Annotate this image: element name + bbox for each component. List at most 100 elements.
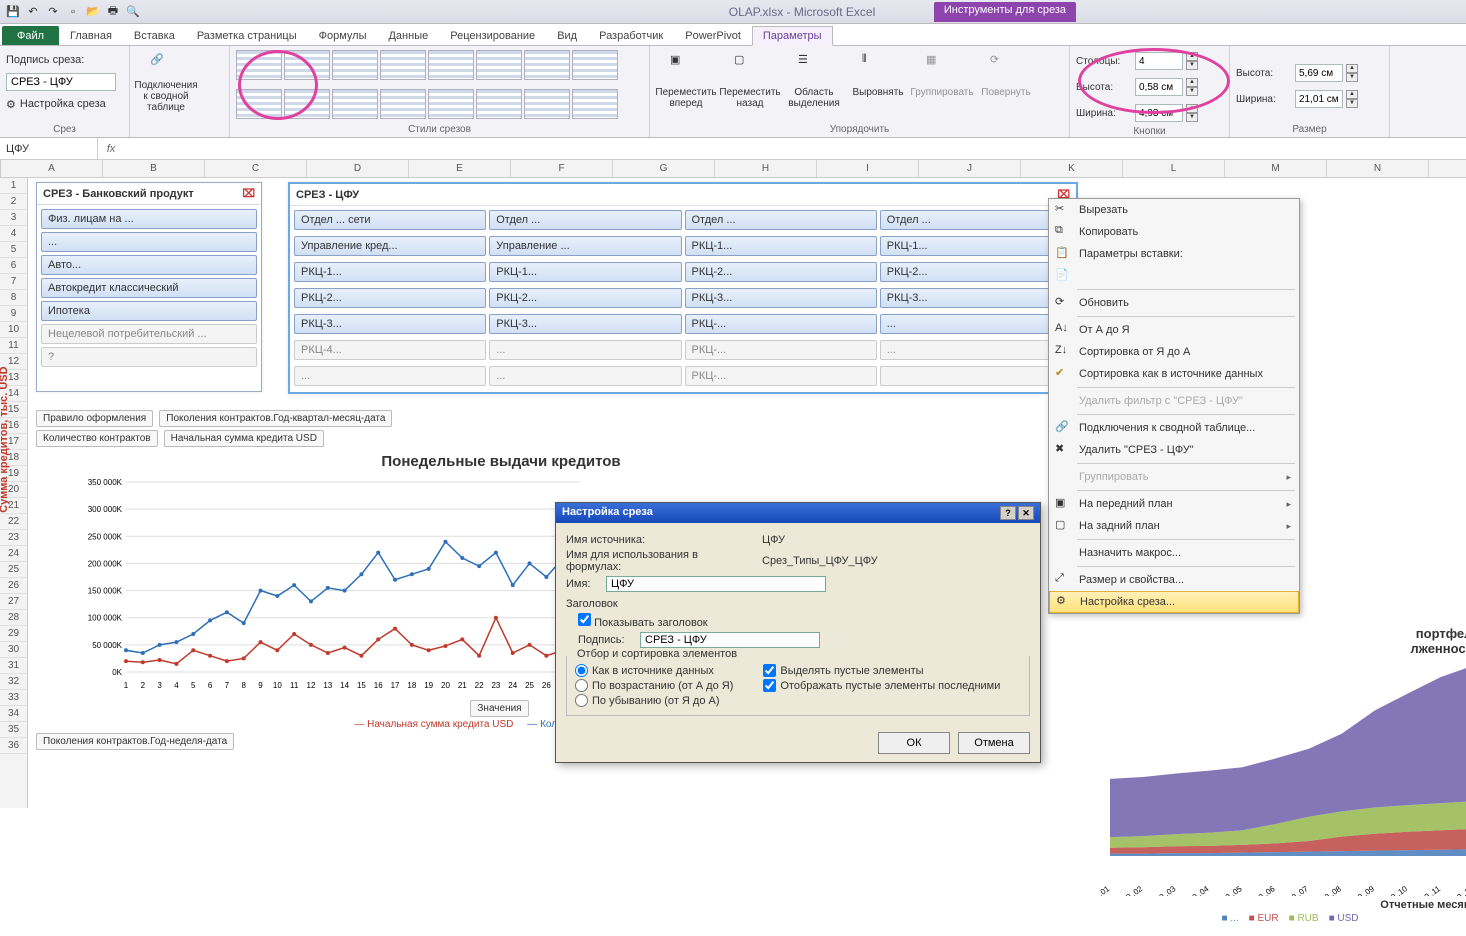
undo-icon[interactable]: ↶ [24, 3, 42, 21]
fx-icon[interactable]: fx [98, 143, 124, 155]
close-button[interactable]: ✕ [1018, 506, 1034, 520]
tab-data[interactable]: Данные [377, 26, 439, 45]
cancel-button[interactable]: Отмена [958, 732, 1030, 754]
row-header[interactable]: 36 [0, 738, 27, 754]
spinner[interactable]: ▲▼ [1186, 78, 1198, 96]
button-height-input[interactable] [1135, 78, 1183, 96]
column-header[interactable]: N [1327, 160, 1429, 177]
row-header[interactable]: 28 [0, 610, 27, 626]
ctx-sort-source[interactable]: ✔Сортировка как в источнике данных [1049, 363, 1299, 385]
style-swatch[interactable] [332, 89, 378, 119]
slicer-item[interactable]: Управление ... [489, 236, 681, 256]
column-header[interactable]: D [307, 160, 409, 177]
slicer-item[interactable]: Управление кред... [294, 236, 486, 256]
name-box[interactable]: ЦФУ [0, 138, 98, 159]
slicer-item[interactable]: Отдел ... [880, 210, 1072, 230]
column-header[interactable]: A [1, 160, 103, 177]
style-swatch[interactable] [236, 50, 282, 80]
bring-forward-button[interactable]: ▣Переместить вперед [656, 50, 716, 116]
slicer-caption-input[interactable] [6, 73, 116, 91]
style-swatch[interactable] [428, 89, 474, 119]
slicer-item[interactable]: ... [489, 366, 681, 386]
slicer-bank-product[interactable]: СРЕЗ - Банковский продукт⌧ Физ. лицам на… [36, 182, 262, 392]
style-swatch[interactable] [476, 50, 522, 80]
style-swatch[interactable] [380, 50, 426, 80]
show-header-checkbox[interactable]: Показывать заголовок [578, 613, 708, 629]
slicer-item[interactable]: РКЦ-3... [685, 288, 877, 308]
row-header[interactable]: 29 [0, 626, 27, 642]
row-header[interactable]: 25 [0, 562, 27, 578]
size-height-input[interactable] [1295, 64, 1343, 82]
slicer-cfu[interactable]: СРЕЗ - ЦФУ⌧ Отдел ... сетиОтдел ...Отдел… [288, 182, 1078, 394]
pivot-connections-button[interactable]: 🔗 Подключения к сводной таблице [136, 50, 196, 116]
slicer-item[interactable]: ... [294, 366, 486, 386]
button-width-input[interactable] [1135, 104, 1183, 122]
row-header[interactable]: 24 [0, 546, 27, 562]
print-icon[interactable]: 🖶 [104, 3, 122, 21]
send-back-button[interactable]: ▢Переместить назад [720, 50, 780, 116]
style-swatch[interactable] [380, 89, 426, 119]
tab-options[interactable]: Параметры [752, 26, 833, 46]
columns-input[interactable] [1135, 52, 1183, 70]
tab-home[interactable]: Главная [59, 26, 123, 45]
row-header[interactable]: 31 [0, 658, 27, 674]
caption-input[interactable] [640, 632, 820, 648]
style-swatch[interactable] [572, 89, 618, 119]
column-header[interactable]: L [1123, 160, 1225, 177]
style-swatch[interactable] [284, 50, 330, 80]
new-icon[interactable]: ▫ [64, 3, 82, 21]
clear-filter-icon[interactable]: ⌧ [242, 187, 255, 200]
slicer-item[interactable]: Авто... [41, 255, 257, 275]
row-header[interactable]: 2 [0, 194, 27, 210]
row-header[interactable]: 3 [0, 210, 27, 226]
slicer-item[interactable]: РКЦ-2... [294, 288, 486, 308]
checkbox-highlight-empty[interactable]: Выделять пустые элементы [763, 664, 1000, 677]
style-swatch[interactable] [524, 50, 570, 80]
column-header[interactable]: K [1021, 160, 1123, 177]
rotate-button[interactable]: ⟳Повернуть [976, 50, 1036, 116]
row-header[interactable]: 5 [0, 242, 27, 258]
slicer-item[interactable]: РКЦ-... [685, 340, 877, 360]
slicer-item[interactable]: ? [41, 347, 257, 367]
preview-icon[interactable]: 🔍 [124, 3, 142, 21]
style-swatch[interactable] [572, 50, 618, 80]
tab-powerpivot[interactable]: PowerPivot [674, 26, 752, 45]
column-header[interactable]: M [1225, 160, 1327, 177]
ctx-paste-option-btn[interactable]: 📄 [1049, 265, 1299, 287]
slicer-item[interactable]: Нецелевой потребительский ... [41, 324, 257, 344]
row-header[interactable]: 1 [0, 178, 27, 194]
row-header[interactable]: 4 [0, 226, 27, 242]
style-swatch[interactable] [476, 89, 522, 119]
ok-button[interactable]: ОК [878, 732, 950, 754]
align-button[interactable]: ⫴Выровнять [848, 50, 908, 116]
row-header[interactable]: 9 [0, 306, 27, 322]
slicer-item[interactable] [880, 366, 1072, 386]
row-header[interactable]: 22 [0, 514, 27, 530]
column-header[interactable]: C [205, 160, 307, 177]
tab-file[interactable]: Файл [2, 26, 59, 45]
row-header[interactable]: 10 [0, 322, 27, 338]
tab-page-layout[interactable]: Разметка страницы [186, 26, 308, 45]
column-header[interactable]: J [919, 160, 1021, 177]
tab-insert[interactable]: Вставка [123, 26, 186, 45]
spinner[interactable]: ▲▼ [1186, 52, 1198, 70]
radio-source-order[interactable]: Как в источнике данных [575, 664, 733, 677]
style-swatch[interactable] [284, 89, 330, 119]
slicer-item[interactable]: РКЦ-3... [489, 314, 681, 334]
slicer-item[interactable]: ... [489, 340, 681, 360]
slicer-item[interactable]: РКЦ-... [685, 314, 877, 334]
slicer-item[interactable]: РКЦ-2... [880, 262, 1072, 282]
row-header[interactable]: 11 [0, 338, 27, 354]
checkbox-empty-last[interactable]: Отображать пустые элементы последними [763, 679, 1000, 692]
help-button[interactable]: ? [1000, 506, 1016, 520]
slicer-item[interactable]: РКЦ-... [685, 366, 877, 386]
column-header[interactable]: O [1429, 160, 1466, 177]
spinner[interactable]: ▲▼ [1346, 90, 1358, 108]
slicer-item[interactable]: ... [880, 314, 1072, 334]
row-header[interactable]: 35 [0, 722, 27, 738]
tab-developer[interactable]: Разработчик [588, 26, 674, 45]
row-header[interactable]: 32 [0, 674, 27, 690]
column-header[interactable]: F [511, 160, 613, 177]
slicer-item[interactable]: Автокредит классический [41, 278, 257, 298]
ctx-cut[interactable]: ✂Вырезать [1049, 199, 1299, 221]
